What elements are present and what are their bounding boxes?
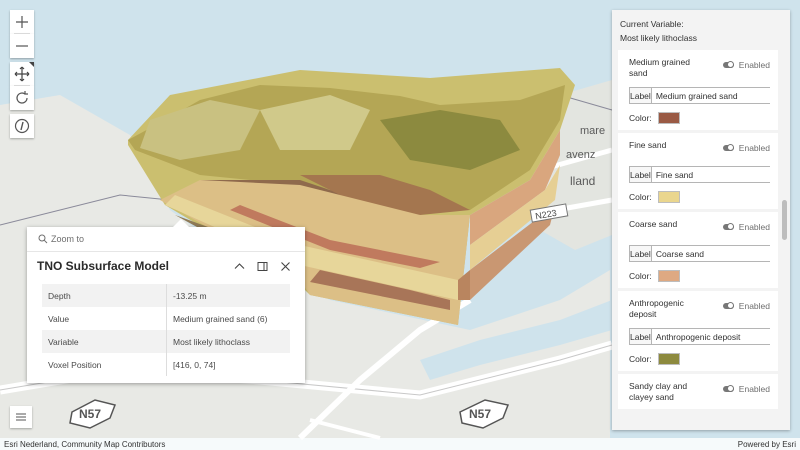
- table-row: Depth -13.25 m: [42, 284, 290, 307]
- attribute-value: Most likely lithoclass: [166, 330, 290, 353]
- zoom-to-button[interactable]: Zoom to: [27, 227, 305, 252]
- table-row: Voxel Position [416, 0, 74]: [42, 353, 290, 376]
- enabled-toggle[interactable]: Enabled: [722, 60, 770, 70]
- zoom-out-button[interactable]: [10, 34, 34, 58]
- popup-pointer: [173, 219, 189, 227]
- class-name: Coarse sand: [629, 219, 678, 229]
- color-swatch[interactable]: [657, 270, 680, 282]
- enabled-toggle[interactable]: Enabled: [722, 384, 770, 394]
- attribute-key: Value: [42, 307, 167, 330]
- attribution-text: Esri Nederland, Community Map Contributo…: [4, 439, 166, 449]
- pan-button[interactable]: [10, 62, 34, 86]
- toggle-switch-icon: [722, 223, 734, 230]
- class-label-input[interactable]: [651, 167, 771, 182]
- lithoclass-panel: Current Variable: Most likely lithoclass…: [612, 10, 790, 430]
- zoom-magnifier-icon: [38, 234, 48, 244]
- expand-button[interactable]: [10, 406, 32, 428]
- panel-scrollbar[interactable]: [782, 200, 787, 240]
- class-card: Anthropogenic deposit Enabled Label Colo…: [618, 291, 778, 371]
- enabled-label: Enabled: [738, 143, 770, 153]
- move-icon: [14, 66, 30, 82]
- toggle-switch-icon: [722, 302, 734, 309]
- hamburger-icon: [16, 413, 26, 421]
- enabled-label: Enabled: [738, 60, 770, 70]
- toggle-switch-icon: [722, 144, 734, 151]
- plus-icon: [16, 16, 28, 28]
- rotate-icon: [16, 91, 28, 104]
- attribute-key: Depth: [42, 284, 167, 307]
- enabled-toggle[interactable]: Enabled: [722, 143, 770, 153]
- minus-icon: [16, 45, 28, 47]
- svg-text:N57: N57: [79, 407, 101, 421]
- class-card: Coarse sand Enabled Label Color:: [618, 212, 778, 288]
- attribute-key: Voxel Position: [42, 353, 167, 376]
- color-label: Color:: [629, 271, 652, 281]
- class-label-input[interactable]: [651, 329, 771, 344]
- zoom-in-button[interactable]: [10, 10, 34, 34]
- table-row: Variable Most likely lithoclass: [42, 330, 290, 353]
- class-label-input[interactable]: [651, 88, 771, 103]
- compass-button[interactable]: [10, 114, 34, 138]
- collapse-button[interactable]: [229, 256, 249, 276]
- current-variable-label: Current Variable:: [620, 19, 684, 29]
- svg-text:avenz: avenz: [566, 149, 595, 161]
- svg-text:mare: mare: [580, 125, 605, 137]
- class-name: Fine sand: [629, 140, 667, 150]
- color-label: Color:: [629, 354, 652, 364]
- color-label: Color:: [629, 113, 652, 123]
- enabled-label: Enabled: [738, 301, 770, 311]
- class-name: Sandy clay and clayey sand: [629, 381, 688, 402]
- attribute-table: Depth -13.25 m Value Medium grained sand…: [42, 284, 290, 376]
- label-tag: Label: [630, 329, 652, 344]
- close-icon: [280, 261, 290, 271]
- attribution-bar: Esri Nederland, Community Map Contributo…: [0, 438, 800, 450]
- feature-popup: Zoom to TNO Subsurface Model Depth -13.2…: [27, 219, 305, 383]
- enabled-label: Enabled: [738, 384, 770, 394]
- toggle-switch-icon: [722, 385, 734, 392]
- dock-icon: [257, 261, 267, 271]
- compass-icon: [14, 118, 30, 134]
- chevron-up-icon: [234, 262, 244, 269]
- class-name: Anthropogenic deposit: [629, 298, 684, 319]
- class-name: Medium grained sand: [629, 57, 690, 78]
- close-button[interactable]: [275, 256, 295, 276]
- enabled-toggle[interactable]: Enabled: [722, 222, 770, 232]
- enabled-toggle[interactable]: Enabled: [722, 301, 770, 311]
- powered-by-link[interactable]: Powered by Esri: [734, 440, 800, 449]
- class-card: Fine sand Enabled Label Color:: [618, 133, 778, 209]
- attribute-key: Variable: [42, 330, 167, 353]
- svg-text:lland: lland: [570, 174, 595, 188]
- label-tag: Label: [630, 246, 652, 261]
- enabled-label: Enabled: [738, 222, 770, 232]
- popup-title: TNO Subsurface Model: [37, 259, 170, 273]
- attribute-value: [416, 0, 74]: [173, 359, 216, 370]
- svg-text:N57: N57: [469, 407, 491, 421]
- label-tag: Label: [630, 167, 652, 182]
- dock-button[interactable]: [252, 256, 272, 276]
- color-swatch[interactable]: [657, 112, 680, 124]
- label-tag: Label: [630, 88, 652, 103]
- color-swatch[interactable]: [657, 191, 680, 203]
- toggle-switch-icon: [722, 61, 734, 68]
- attribute-value: -13.25 m: [166, 284, 290, 307]
- color-label: Color:: [629, 192, 652, 202]
- current-variable-value: Most likely lithoclass: [620, 33, 697, 43]
- rotate-button[interactable]: [10, 86, 34, 110]
- attribute-value: Medium grained sand (6): [173, 313, 268, 324]
- class-label-input[interactable]: [651, 246, 771, 261]
- class-card: Medium grained sand Enabled Label Color:: [618, 50, 778, 130]
- zoom-to-label: Zoom to: [51, 234, 85, 244]
- color-swatch[interactable]: [657, 353, 680, 365]
- table-row: Value Medium grained sand (6): [42, 307, 290, 330]
- class-card: Sandy clay and clayey sand Enabled: [618, 374, 778, 409]
